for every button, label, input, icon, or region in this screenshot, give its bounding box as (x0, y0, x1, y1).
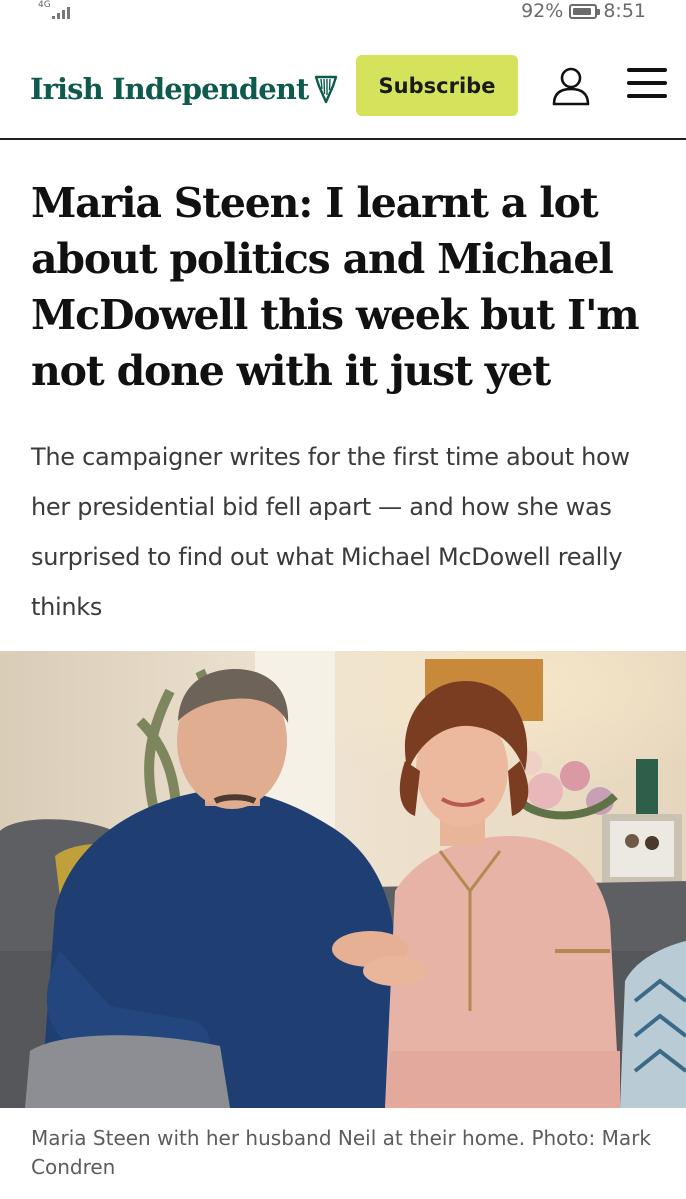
signal-icon: 4G (38, 0, 78, 22)
subscribe-button[interactable]: Subscribe (356, 55, 518, 116)
hamburger-menu-icon[interactable] (627, 68, 667, 104)
clock: 8:51 (603, 0, 646, 22)
battery-icon (569, 3, 601, 19)
article-standfirst: The campaigner writes for the first time… (31, 443, 630, 621)
network-type: 4G (38, 0, 51, 10)
photo-caption: Maria Steen with her husband Neil at the… (31, 1126, 651, 1179)
site-header: Irish Independent Subscribe (0, 28, 686, 140)
article-headline: Maria Steen: I learnt a lot about politi… (31, 179, 640, 395)
harp-icon (315, 75, 338, 104)
logo-text: Irish Independent (30, 72, 309, 106)
article-photo[interactable] (0, 651, 686, 1108)
site-logo[interactable]: Irish Independent (30, 72, 338, 106)
battery-percent: 92% (521, 0, 564, 22)
status-bar: 4G 92% 8:51 (0, 0, 686, 26)
user-account-icon[interactable] (551, 66, 591, 106)
